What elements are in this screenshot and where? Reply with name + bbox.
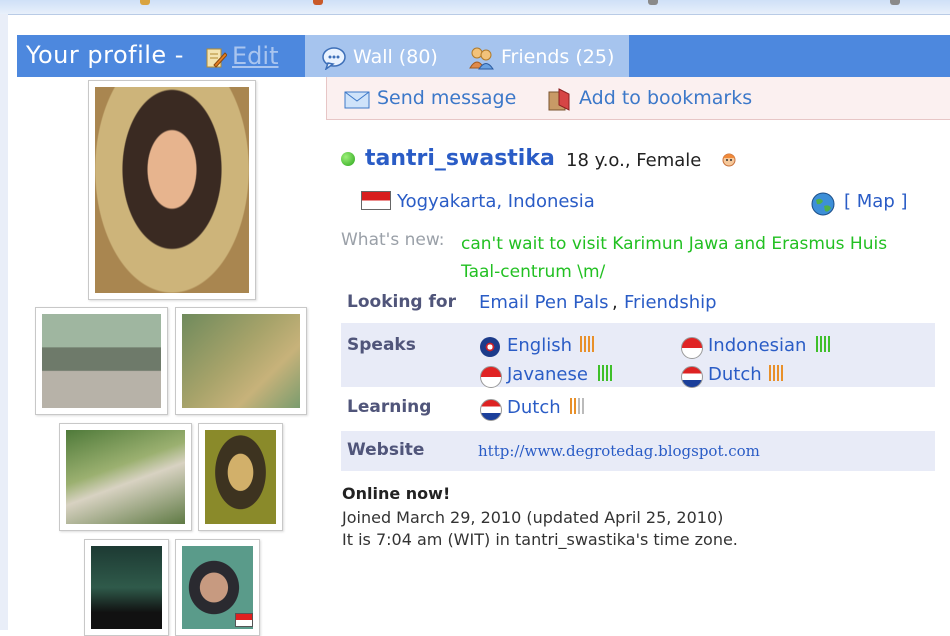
language-level-bars	[570, 398, 590, 414]
add-to-bookmarks-link[interactable]: Add to bookmarks	[579, 87, 752, 109]
toolbar-icon[interactable]	[313, 0, 323, 5]
photo-thumbnail[interactable]	[59, 423, 192, 531]
looking-for-friendship-link[interactable]: Friendship	[624, 292, 717, 313]
female-icon	[722, 153, 736, 167]
flag-netherlands-icon	[681, 366, 703, 388]
toolbar-icon[interactable]	[648, 0, 658, 5]
toolbar-icon[interactable]	[890, 0, 900, 5]
flag-netherlands-icon	[480, 399, 502, 421]
age-sex: 18 y.o., Female	[566, 150, 702, 171]
profile-main-photo[interactable]	[88, 80, 256, 300]
map-bracket-close: ]	[900, 191, 908, 212]
learning-label: Learning	[347, 397, 432, 417]
top-toolbar-strip	[0, 0, 950, 15]
website-link[interactable]: http://www.degrotedag.blogspot.com	[478, 442, 760, 460]
language-javanese-link[interactable]: Javanese	[507, 364, 588, 385]
pencil-icon[interactable]	[205, 47, 227, 69]
looking-for-email-pen-pals-link[interactable]: Email Pen Pals	[479, 292, 609, 313]
tab-wall[interactable]: Wall (80)	[353, 46, 438, 68]
toolbar-icon[interactable]	[140, 0, 150, 5]
language-level-bars	[769, 365, 789, 381]
language-level-bars	[816, 336, 836, 352]
map-link[interactable]: [ Map ]	[844, 191, 908, 212]
language-english-link[interactable]: English	[507, 335, 572, 356]
whats-new-text: can't wait to visit Karimun Jawa and Era…	[461, 234, 888, 282]
looking-for-label: Looking for	[347, 292, 456, 312]
local-time-text: It is 7:04 am (WIT) in tantri_swastika's…	[342, 530, 738, 549]
globe-icon[interactable]	[811, 192, 835, 216]
language-dutch-link[interactable]: Dutch	[708, 364, 762, 385]
photo-thumbnail[interactable]	[175, 539, 260, 636]
envelope-icon	[344, 91, 370, 109]
flag-indonesia-icon	[681, 337, 703, 359]
tab-friends[interactable]: Friends (25)	[501, 46, 614, 68]
flag-indonesia-icon	[480, 366, 502, 388]
profile-username[interactable]: tantri_swastika	[365, 146, 555, 171]
speaks-row	[341, 323, 935, 387]
website-label: Website	[347, 440, 425, 460]
online-status-icon	[341, 152, 355, 166]
map-bracket-open: [	[844, 191, 852, 212]
flag-indonesia-icon	[361, 191, 391, 210]
map-label[interactable]: Map	[857, 191, 895, 212]
photo-thumbnail[interactable]	[198, 423, 283, 531]
learning-dutch-link[interactable]: Dutch	[507, 397, 561, 418]
people-icon	[469, 47, 494, 70]
language-level-bars	[580, 336, 600, 352]
looking-for-separator: ,	[612, 292, 618, 313]
photo-thumbnail[interactable]	[175, 307, 307, 415]
photo-thumbnail[interactable]	[84, 539, 169, 636]
location-link[interactable]: Yogyakarta, Indonesia	[397, 191, 595, 212]
bookmark-icon	[548, 88, 570, 111]
speaks-label: Speaks	[347, 335, 416, 355]
online-now-text: Online now!	[342, 484, 451, 503]
left-rail	[0, 14, 8, 630]
page-title: Your profile -	[26, 41, 184, 69]
send-message-link[interactable]: Send message	[377, 87, 516, 109]
flag-indonesia-icon	[235, 613, 253, 627]
language-level-bars	[598, 365, 618, 381]
joined-date: Joined March 29, 2010 (updated April 25,…	[342, 508, 724, 527]
whats-new-label: What's new:	[341, 230, 445, 250]
speech-bubble-icon	[322, 47, 346, 70]
edit-profile-link[interactable]: Edit	[232, 42, 278, 70]
language-indonesian-link[interactable]: Indonesian	[708, 335, 806, 356]
photo-thumbnail[interactable]	[35, 307, 168, 415]
flag-uk-icon	[480, 337, 500, 357]
